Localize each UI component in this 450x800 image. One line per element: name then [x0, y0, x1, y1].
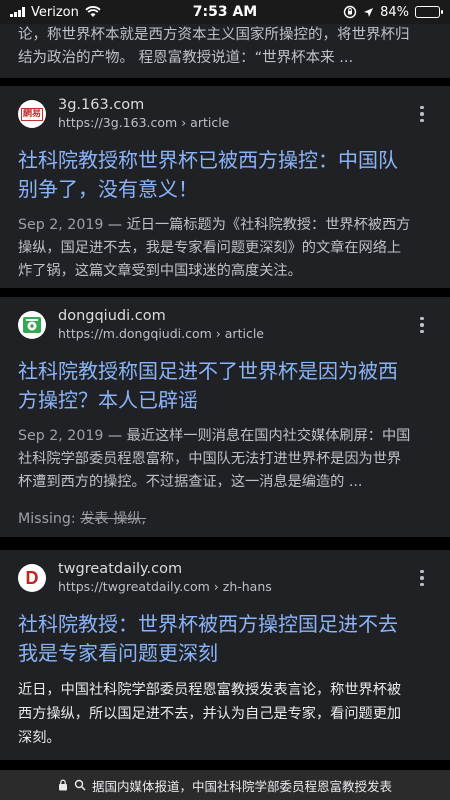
result-url: https://twgreatdaily.com [58, 579, 210, 594]
status-bar: Verizon 7:53 AM 84% [0, 0, 450, 24]
more-options-icon[interactable] [412, 569, 432, 587]
result-domain: 3g.163.com [58, 97, 145, 113]
more-options-icon[interactable] [412, 316, 432, 334]
result-date: Sep 2, 2019 [18, 217, 104, 233]
search-icon [74, 779, 86, 791]
result-snippet: Sep 2, 2019 — 近日一篇标题为《社科院教授：世界杯被西方 操纵，国足… [18, 217, 411, 279]
status-right: 84% [343, 4, 443, 20]
missing-terms-list: 发表 操纵, [80, 511, 146, 527]
cell-signal-icon [10, 7, 25, 17]
site-favicon [18, 311, 46, 339]
result-path: › article [181, 115, 230, 130]
result-date: Sep 2, 2019 [18, 428, 104, 444]
result-url: https://3g.163.com [58, 115, 178, 130]
result-source[interactable]: D twgreatdaily.com https://twgreatdaily.… [18, 558, 432, 598]
result-snippet: Sep 2, 2019 — 最近这样一则消息在国内社交媒体刷屏：中国 社科院学部… [18, 428, 411, 490]
lock-icon [58, 779, 67, 791]
location-icon [364, 7, 374, 17]
result-domain: dongqiudi.com [58, 308, 166, 324]
result-path: › zh-hans [213, 579, 272, 594]
result-domain: twgreatdaily.com [58, 561, 183, 577]
result-source[interactable]: 網易 3g.163.com https://3g.163.com › artic… [18, 94, 432, 134]
missing-terms: Missing: 发表 操纵, [18, 508, 432, 528]
bottom-url-bar[interactable]: 据国内媒体报道，中国社科院学部委员程恩富教授发表 [0, 770, 450, 800]
result-snippet: 近日，中国社科院学部委员程恩富教授发表言论，称世界杯被 西方操纵，所以国足进不去… [18, 682, 402, 746]
status-left: Verizon [10, 5, 343, 20]
result-card: dongqiudi.com https://m.dongqiudi.com › … [0, 297, 450, 537]
result-snippet: 论，称世界杯本就是西方资本主义国家所操控的，将世界杯归 结为政治的产物。 程恩富… [18, 27, 410, 66]
netease-logo-icon: 網易 [20, 107, 43, 121]
site-favicon: D [18, 564, 46, 592]
result-source[interactable]: dongqiudi.com https://m.dongqiudi.com › … [18, 305, 432, 345]
result-title-link[interactable]: 社科院教授：世界杯被西方操控国足进不去 我是专家看问题更深刻 [18, 610, 432, 668]
result-url: https://m.dongqiudi.com [58, 326, 212, 341]
more-options-icon[interactable] [412, 105, 432, 123]
result-card: 網易 3g.163.com https://3g.163.com › artic… [0, 86, 450, 288]
result-card-partial: 论，称世界杯本就是西方资本主义国家所操控的，将世界杯归 结为政治的产物。 程恩富… [0, 24, 450, 78]
dongqiudi-logo-icon [23, 317, 41, 333]
site-favicon: 網易 [18, 100, 46, 128]
battery-icon [415, 6, 443, 18]
result-title-link[interactable]: 社科院教授称世界杯已被西方操控：中国队 别争了，没有意义！ [18, 146, 432, 204]
result-card: D twgreatdaily.com https://twgreatdaily.… [0, 550, 450, 760]
missing-label: Missing: [18, 511, 76, 527]
wifi-icon [85, 6, 101, 17]
result-path: › article [215, 326, 264, 341]
bottom-bar-text: 据国内媒体报道，中国社科院学部委员程恩富教授发表 [91, 778, 392, 794]
orientation-lock-icon [343, 5, 357, 19]
battery-percent: 84% [380, 4, 409, 20]
result-title-link[interactable]: 社科院教授称国足进不了世界杯是因为被西 方操控？本人已辟谣 [18, 357, 432, 415]
twgreatdaily-logo-icon: D [25, 567, 39, 588]
carrier-name: Verizon [31, 4, 79, 20]
